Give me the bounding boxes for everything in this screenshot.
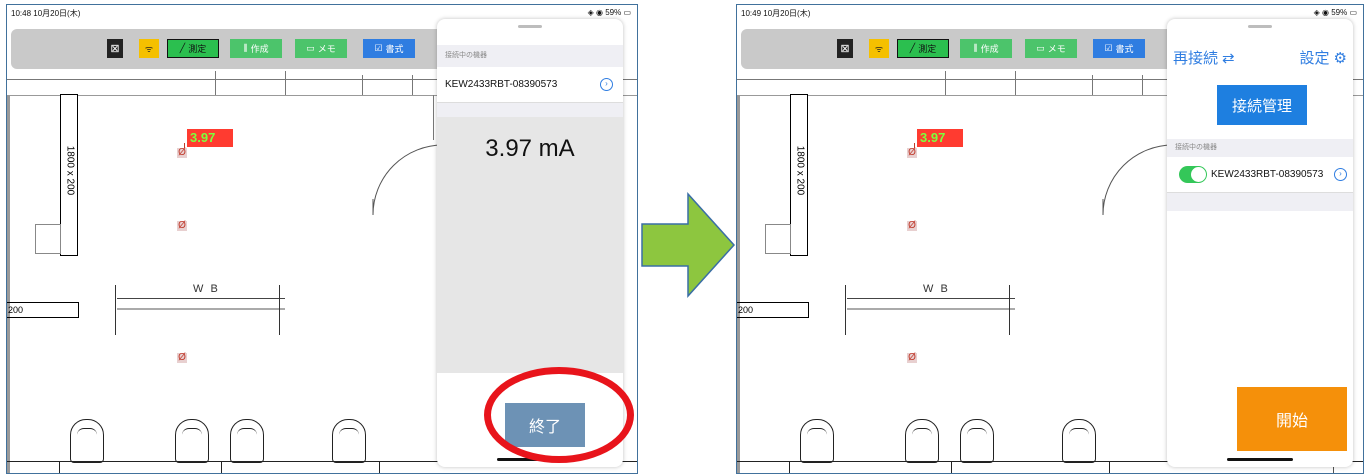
device-toggle[interactable]: [1179, 166, 1207, 183]
door-arc: [372, 144, 444, 216]
sensor-marker[interactable]: Ø: [907, 148, 917, 158]
status-time: 10:48 10月20日(木): [11, 9, 81, 18]
chair: [332, 419, 366, 463]
gear-icon: ⚙: [1333, 49, 1347, 67]
pencil-icon: ╱: [909, 43, 916, 53]
status-bar: 10:48 10月20日(木) ◈ ◉ 59% ▭: [7, 5, 637, 19]
wifi-icon: ᯤ: [144, 44, 154, 54]
sensor-marker[interactable]: Ø: [177, 221, 187, 231]
settings-button[interactable]: 設定 ⚙: [1300, 47, 1347, 68]
left-furniture-label: 200: [738, 305, 754, 315]
current-reading: 3.97 mA: [485, 135, 575, 162]
sensor-marker[interactable]: Ø: [907, 353, 917, 363]
create-icon: ⫼: [973, 43, 978, 53]
device-info-icon[interactable]: ›: [1334, 168, 1347, 181]
wb-label: W B: [193, 283, 220, 295]
right-screenshot: 10:49 10月20日(木) ◈ ◉ 59% ▭ 1800 x 200 3.9…: [736, 4, 1364, 474]
edit-icon: ☑: [1104, 43, 1113, 53]
chair: [70, 419, 104, 463]
reading-tag: 3.97: [187, 129, 233, 147]
status-time: 10:49 10月20日(木): [741, 9, 811, 18]
start-button[interactable]: 開始: [1237, 387, 1347, 451]
wifi-button[interactable]: ᯤ: [139, 39, 159, 58]
chair: [175, 419, 209, 463]
memo-button[interactable]: ▭ メモ: [1025, 39, 1077, 58]
left-screenshot: 10:48 10月20日(木) ◈ ◉ 59% ▭ 1800 x 200 3.9…: [6, 4, 638, 474]
battery-indicator: ◈ ◉ 59% ▭: [587, 8, 631, 17]
create-icon: ⫼: [243, 43, 248, 53]
sensor-marker[interactable]: Ø: [907, 221, 917, 231]
memo-icon: ▭: [306, 43, 315, 53]
sensor-marker[interactable]: Ø: [177, 353, 187, 363]
panel-handle[interactable]: [1248, 25, 1272, 28]
device-row[interactable]: KEW2433RBT-08390573 ›: [437, 67, 623, 103]
wifi-button[interactable]: ᯤ: [869, 39, 889, 58]
edit-icon: ☑: [374, 43, 383, 53]
furniture-dim-label: 1800 x 200: [794, 145, 806, 196]
connected-devices-header: 接続中の機器: [1167, 139, 1353, 157]
door-arc: [1102, 144, 1174, 216]
close-toolbar-button[interactable]: ⊠: [837, 39, 853, 58]
left-furniture-label: 200: [8, 305, 24, 315]
battery-indicator: ◈ ◉ 59% ▭: [1313, 8, 1357, 17]
create-button[interactable]: ⫼ 作成: [230, 39, 282, 58]
device-name: KEW2433RBT-08390573: [1211, 169, 1324, 180]
furniture-dim-label: 1800 x 200: [64, 145, 76, 196]
close-toolbar-button[interactable]: ⊠: [107, 39, 123, 58]
connected-devices-header: 接続中の機器: [437, 45, 623, 67]
furniture-1800x200: 1800 x 200: [790, 94, 808, 256]
measure-button[interactable]: ╱ 測定: [167, 39, 219, 58]
device-name: KEW2433RBT-08390573: [445, 79, 558, 90]
connection-manage-button[interactable]: 接続管理: [1217, 85, 1307, 125]
device-info-icon[interactable]: ›: [600, 78, 613, 91]
wifi-icon: ᯤ: [874, 44, 884, 54]
sensor-marker[interactable]: Ø: [177, 148, 187, 158]
wb-label: W B: [923, 283, 950, 295]
chair: [1062, 419, 1096, 463]
connection-panel: 再接続 ⇄ 設定 ⚙ 接続管理 接続中の機器 KEW2433RBT-08390573…: [1167, 19, 1353, 467]
reading-tag: 3.97: [917, 129, 963, 147]
memo-button[interactable]: ▭ メモ: [295, 39, 347, 58]
reading-area: 3.97 mA: [437, 117, 623, 373]
format-button[interactable]: ☑ 書式: [363, 39, 415, 58]
chair: [960, 419, 994, 463]
format-button[interactable]: ☑ 書式: [1093, 39, 1145, 58]
panel-handle[interactable]: [518, 25, 542, 28]
device-row[interactable]: KEW2433RBT-08390573 ›: [1167, 157, 1353, 193]
memo-icon: ▭: [1036, 43, 1045, 53]
chair: [905, 419, 939, 463]
chair: [230, 419, 264, 463]
reconnect-button[interactable]: 再接続 ⇄: [1173, 47, 1235, 68]
create-button[interactable]: ⫼ 作成: [960, 39, 1012, 58]
furniture-1800x200: 1800 x 200: [60, 94, 78, 256]
status-bar: 10:49 10月20日(木) ◈ ◉ 59% ▭: [737, 5, 1363, 19]
reconnect-icon: ⇄: [1222, 49, 1235, 67]
pencil-icon: ╱: [179, 43, 186, 53]
measure-button[interactable]: ╱ 測定: [897, 39, 949, 58]
highlight-circle: [484, 367, 634, 463]
chair: [800, 419, 834, 463]
transition-arrow: [641, 192, 736, 298]
